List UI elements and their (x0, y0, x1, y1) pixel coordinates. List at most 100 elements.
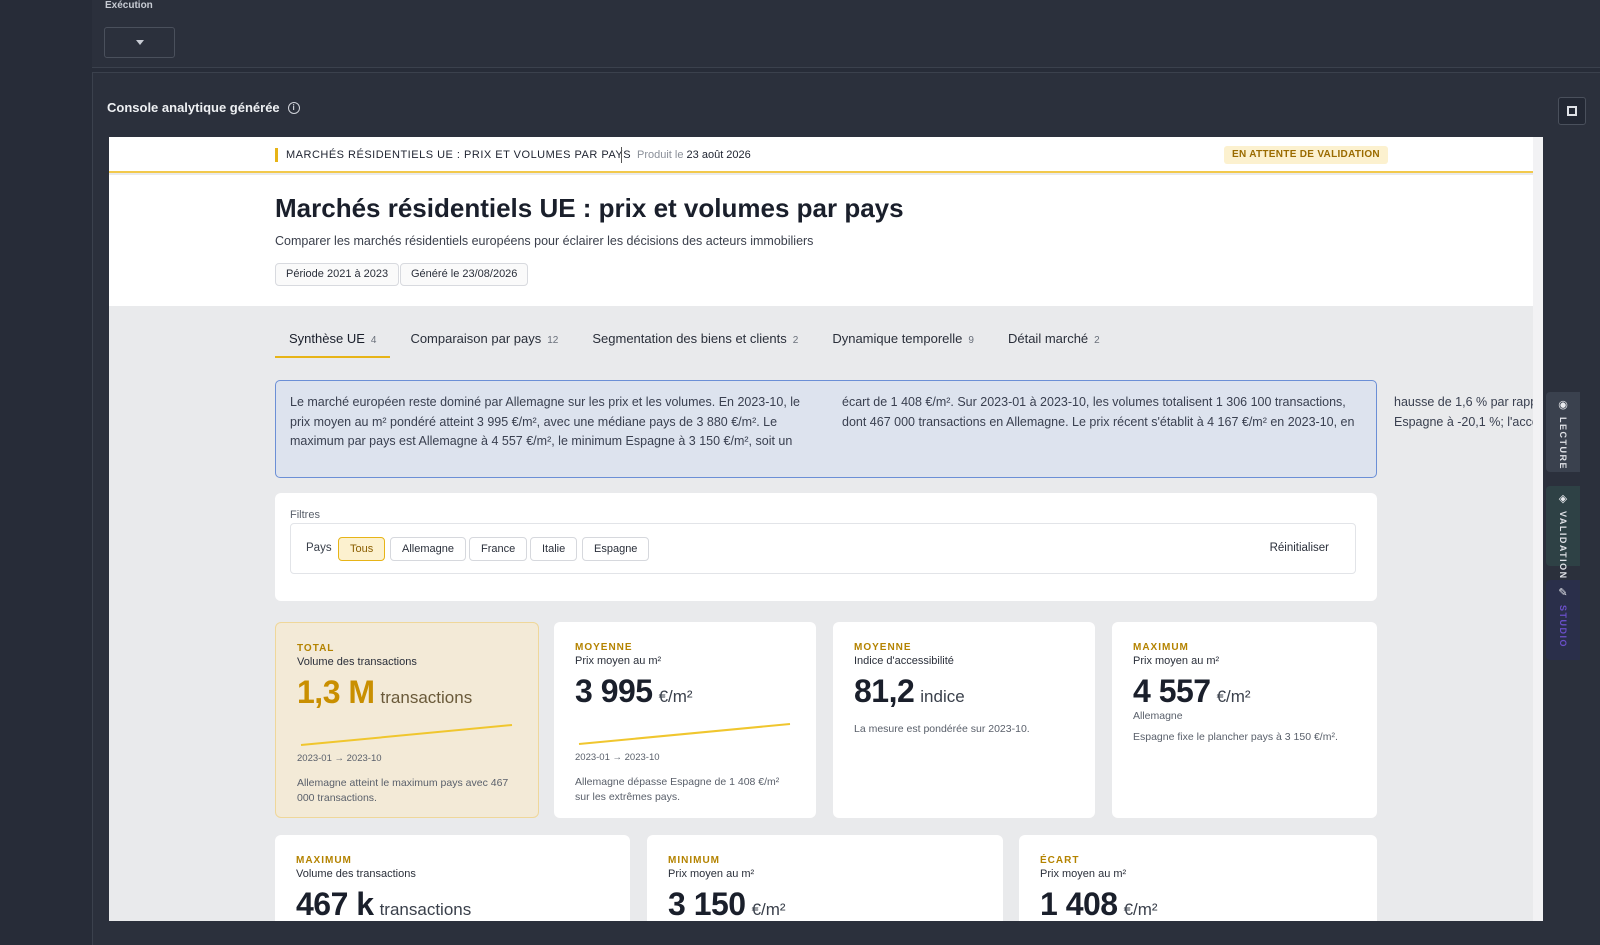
filter-france[interactable]: France (469, 537, 528, 561)
kpi-label: Volume des transactions (297, 656, 417, 668)
kpi-number: 3 995 (575, 673, 653, 709)
tab-count: 2 (792, 335, 799, 346)
kpi-kicker: ÉCART (1040, 855, 1080, 866)
kpi-label: Prix moyen au m² (1040, 868, 1127, 880)
rail-tab-studio[interactable]: ✎ STUDIO (1546, 580, 1580, 660)
kpi-number: 4 557 (1133, 673, 1211, 709)
execution-select[interactable] (104, 27, 175, 58)
execution-label: Exécution (105, 0, 153, 11)
shield-check-icon: ◈ (1558, 493, 1568, 505)
filter-italie[interactable]: Italie (530, 537, 578, 561)
kpi-value: 3 150 €/m² (668, 886, 982, 921)
side-rail: ◉ LECTURE ◈ VALIDATION ✎ STUDIO (1546, 392, 1580, 674)
rail-tab-validation[interactable]: ◈ VALIDATION (1546, 486, 1580, 580)
report-breadcrumb: MARCHÉS RÉSIDENTIELS UE : PRIX ET VOLUME… (275, 148, 631, 162)
kpi-value: 81,2 indice (854, 673, 1074, 710)
hero-section: Marchés résidentiels UE : prix et volume… (109, 175, 1533, 306)
produced-date: Produit le 23 août 2026 (637, 149, 751, 161)
sparkline (578, 723, 791, 745)
tab-segmentation[interactable]: Segmentation des biens et clients 2 (578, 331, 812, 358)
kpi-card-max-volume: MAXIMUM Volume des transactions 467 k tra… (275, 835, 630, 921)
kpi-card-accessibility: MOYENNE Indice d'accessibilité 81,2 indic… (833, 622, 1095, 818)
produced-date-value: 23 août 2026 (686, 149, 751, 161)
kpi-note: Allemagne dépasse Espagne de 1 408 €/m² … (575, 776, 780, 803)
kpi-number: 1 408 (1040, 886, 1118, 921)
sparkline (300, 724, 513, 746)
caret-down-icon (135, 40, 144, 45)
kpi-kicker: MAXIMUM (296, 855, 352, 866)
kpi-range: 2023-01 → 2023-10 (297, 753, 382, 764)
page-subtitle: Comparer les marchés résidentiels europé… (275, 234, 814, 248)
kpi-value: 3 995 €/m² (575, 673, 795, 710)
kpi-value: 4 557 €/m² (1133, 673, 1356, 710)
tab-synthese[interactable]: Synthèse UE 4 (275, 331, 391, 358)
country-filter-label: Pays (306, 542, 332, 554)
info-icon[interactable]: i (287, 101, 300, 114)
filter-espagne[interactable]: Espagne (582, 537, 650, 561)
kpi-unit: €/m² (1216, 687, 1251, 706)
kpi-number: 3 150 (668, 886, 746, 921)
kpi-range: 2023-01 → 2023-10 (575, 752, 660, 763)
kpi-card-min-price: MINIMUM Prix moyen au m² 3 150 €/m² (647, 835, 1003, 921)
rail-label: VALIDATION (1558, 511, 1568, 580)
rail-tab-lecture[interactable]: ◉ LECTURE (1546, 392, 1580, 472)
tab-count: 9 (968, 335, 974, 346)
tab-label: Segmentation des biens et clients (592, 331, 787, 346)
tab-detail[interactable]: Détail marché 2 (994, 331, 1114, 358)
left-strip (0, 0, 92, 945)
rail-label: LECTURE (1558, 417, 1568, 470)
kpi-label: Volume des transactions (296, 868, 416, 880)
tab-comparaison[interactable]: Comparaison par pays 12 (396, 331, 572, 358)
status-badge: EN ATTENTE DE VALIDATION (1224, 146, 1388, 164)
tab-count: 2 (1094, 335, 1100, 346)
filters-panel: Filtres Pays Tous Allemagne France Itali… (275, 493, 1377, 601)
tab-label: Comparaison par pays (410, 331, 542, 346)
console-title-text: Console analytique générée (107, 100, 280, 115)
pencil-icon: ✎ (1558, 587, 1568, 599)
kpi-kicker: TOTAL (297, 643, 335, 654)
kpi-unit: €/m² (751, 900, 786, 919)
kpi-sub: Allemagne (1133, 710, 1183, 722)
page-title: Marchés résidentiels UE : prix et volume… (275, 193, 904, 223)
tab-dynamique[interactable]: Dynamique temporelle 9 (818, 331, 988, 358)
kpi-card-max-price: MAXIMUM Prix moyen au m² 4 557 €/m² Allem… (1112, 622, 1377, 818)
execution-bar: Exécution (92, 0, 1600, 68)
kpi-card-price-gap: ÉCART Prix moyen au m² 1 408 €/m² (1019, 835, 1377, 921)
kpi-kicker: MAXIMUM (1133, 642, 1189, 653)
report-header: MARCHÉS RÉSIDENTIELS UE : PRIX ET VOLUME… (109, 137, 1533, 173)
reset-button[interactable]: Réinitialiser (1270, 542, 1329, 554)
tab-label: Détail marché (1007, 331, 1089, 346)
tab-count: 4 (370, 335, 377, 346)
kpi-number: 467 k (296, 886, 374, 921)
eye-icon: ◉ (1558, 399, 1568, 411)
report-frame: MARCHÉS RÉSIDENTIELS UE : PRIX ET VOLUME… (109, 137, 1543, 921)
kpi-number: 1,3 M (297, 674, 375, 710)
tab-count: 12 (547, 335, 559, 346)
kpi-kicker: MINIMUM (668, 855, 720, 866)
filters-title: Filtres (290, 509, 320, 521)
produced-prefix: Produit le (637, 149, 684, 161)
kpi-label: Prix moyen au m² (575, 655, 662, 667)
header-divider (621, 147, 622, 163)
period-chip: Période 2021 à 2023 (275, 263, 400, 286)
kpi-number: 81,2 (854, 673, 915, 709)
kpi-note: La mesure est pondérée sur 2023-10. (854, 723, 1030, 735)
kpi-card-avg-price: MOYENNE Prix moyen au m² 3 995 €/m² 2023-… (554, 622, 816, 818)
kpi-note: Allemagne atteint le maximum pays avec 4… (297, 777, 509, 804)
kpi-note: Espagne fixe le plancher pays à 3 150 €/… (1133, 731, 1338, 743)
filter-tous[interactable]: Tous (338, 537, 386, 561)
kpi-label: Prix moyen au m² (668, 868, 755, 880)
kpi-unit: transactions (380, 688, 473, 707)
tab-label: Synthèse UE (289, 331, 365, 346)
console-title: Console analytique générée i (107, 100, 300, 115)
kpi-value: 467 k transactions (296, 886, 609, 921)
expand-icon[interactable] (1558, 97, 1586, 125)
generated-chip: Généré le 23/08/2026 (400, 263, 529, 286)
kpi-unit: €/m² (1123, 900, 1158, 919)
kpi-card-total-volume: TOTAL Volume des transactions 1,3 M trans… (275, 622, 539, 818)
kpi-label: Indice d'accessibilité (854, 655, 954, 667)
filter-allemagne[interactable]: Allemagne (390, 537, 466, 561)
kpi-unit: indice (920, 687, 965, 706)
rail-label: STUDIO (1558, 605, 1568, 649)
kpi-kicker: MOYENNE (575, 642, 633, 653)
